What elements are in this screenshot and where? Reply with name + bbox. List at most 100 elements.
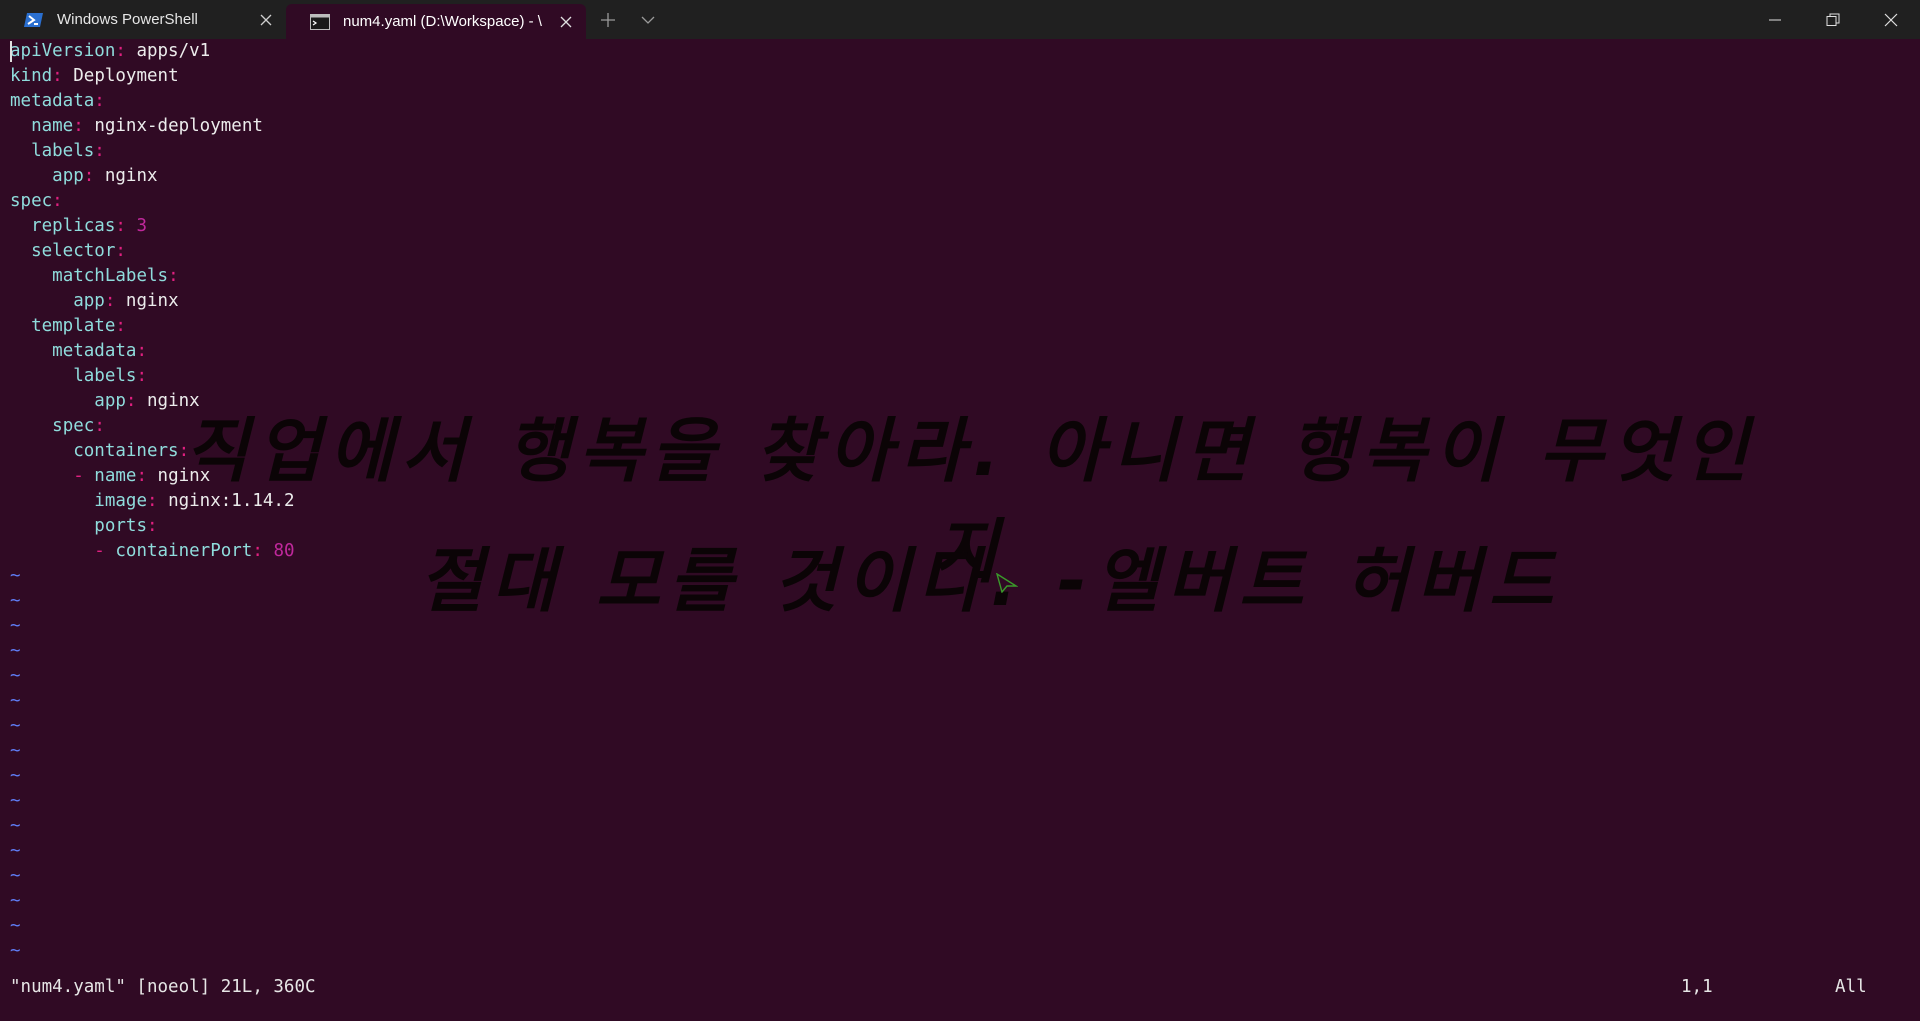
editor-line: name: nginx-deployment (10, 114, 1910, 139)
yaml-key: name (94, 466, 137, 486)
editor-line: app: nginx (10, 289, 1910, 314)
mouse-pointer-icon (996, 573, 1018, 593)
empty-line-tilde: ~ (10, 791, 21, 811)
yaml-value: Deployment (73, 66, 179, 86)
scroll-indicator: All (1835, 977, 1867, 997)
yaml-colon: : (115, 241, 126, 261)
yaml-key: labels (73, 366, 137, 386)
close-tab-icon[interactable] (256, 10, 276, 30)
yaml-colon: : (115, 216, 126, 236)
yaml-value: nginx-deployment (94, 116, 263, 136)
yaml-colon: : (83, 166, 95, 186)
new-tab-button[interactable] (586, 0, 630, 39)
text-cursor (10, 41, 12, 62)
tab-dropdown-button[interactable] (630, 0, 666, 39)
yaml-colon: : (252, 541, 263, 561)
yaml-colon: : (125, 391, 137, 411)
yaml-key: spec (52, 416, 95, 436)
editor-line: containers: (10, 439, 1910, 464)
title-bar: Windows PowerShell num4.yaml (D:\Workspa… (0, 0, 1920, 39)
yaml-value: apps/v1 (136, 41, 211, 61)
vim-editor[interactable]: apiVersion: apps/v1 kind: Deployment metad… (10, 39, 1910, 964)
editor-line: ports: (10, 514, 1910, 539)
yaml-key: template (31, 316, 116, 336)
yaml-key: apiVersion (10, 41, 116, 61)
yaml-key: matchLabels (52, 266, 169, 286)
yaml-value: nginx (104, 166, 158, 186)
yaml-key: labels (31, 141, 95, 161)
close-icon (1884, 13, 1898, 26)
editor-line: - containerPort: 80 (10, 539, 1910, 564)
yaml-key: app (94, 391, 126, 411)
yaml-value: 3 (136, 216, 148, 236)
editor-line: app: nginx (10, 164, 1910, 189)
yaml-key: app (52, 166, 84, 186)
yaml-key: kind (10, 66, 53, 86)
empty-line-tilde: ~ (10, 891, 21, 911)
empty-line-tilde: ~ (10, 866, 21, 886)
editor-line: selector: (10, 239, 1910, 264)
restore-icon (1826, 13, 1840, 26)
yaml-colon: : (168, 266, 179, 286)
yaml-value: nginx:1.14.2 (168, 491, 295, 511)
yaml-colon: : (115, 316, 126, 336)
yaml-value: 80 (273, 541, 295, 561)
close-window-button[interactable] (1862, 0, 1920, 39)
editor-line: matchLabels: (10, 264, 1910, 289)
yaml-key: metadata (52, 341, 137, 361)
empty-line-tilde: ~ (10, 766, 21, 786)
yaml-key: ports (94, 516, 147, 536)
minimize-button[interactable] (1746, 0, 1804, 39)
yaml-value: nginx (125, 291, 179, 311)
editor-line: metadata: (10, 339, 1910, 364)
empty-line-tilde: ~ (10, 916, 21, 936)
yaml-key: image (94, 491, 147, 511)
yaml-colon: : (136, 466, 147, 486)
vim-status-message: "num4.yaml" [noeol] 21L, 360C (10, 977, 316, 997)
terminal-icon (310, 13, 330, 30)
restore-button[interactable] (1804, 0, 1862, 39)
plus-icon (601, 12, 615, 27)
editor-line: spec: (10, 414, 1910, 439)
tab-label: Windows PowerShell (57, 11, 198, 28)
editor-line: template: (10, 314, 1910, 339)
yaml-key: containers (73, 441, 179, 461)
empty-line-tilde: ~ (10, 666, 21, 686)
editor-line: app: nginx (10, 389, 1910, 414)
empty-line-tilde: ~ (10, 741, 21, 761)
editor-line: spec: (10, 189, 1910, 214)
tab-label: num4.yaml (D:\Workspace) - \ (343, 13, 542, 30)
yaml-colon: : (136, 341, 147, 361)
tab-windows-powershell[interactable]: Windows PowerShell (0, 0, 286, 39)
empty-line-tilde: ~ (10, 716, 21, 736)
yaml-key: metadata (10, 91, 95, 111)
yaml-colon: : (136, 366, 147, 386)
empty-line-tilde: ~ (10, 941, 21, 961)
empty-line-tilde: ~ (10, 616, 21, 636)
editor-line: labels: (10, 364, 1910, 389)
editor-line: metadata: (10, 89, 1910, 114)
empty-line-tilde: ~ (10, 591, 21, 611)
yaml-colon: : (52, 191, 63, 211)
yaml-colon: : (178, 441, 190, 461)
yaml-dash: - (73, 466, 95, 486)
yaml-key: selector (31, 241, 116, 261)
editor-line: labels: (10, 139, 1910, 164)
yaml-colon: : (52, 66, 63, 86)
yaml-colon: : (73, 116, 84, 136)
empty-line-tilde: ~ (10, 841, 21, 861)
empty-line-tilde: ~ (10, 641, 21, 661)
editor-line: replicas: 3 (10, 214, 1910, 239)
yaml-colon: : (146, 516, 158, 536)
chevron-down-icon (641, 16, 655, 24)
editor-line: image: nginx:1.14.2 (10, 489, 1910, 514)
empty-line-tilde: ~ (10, 691, 21, 711)
yaml-key: spec (10, 191, 53, 211)
powershell-icon (24, 12, 43, 27)
yaml-colon: : (115, 41, 126, 61)
close-tab-icon[interactable] (556, 12, 576, 32)
tab-num4-yaml[interactable]: num4.yaml (D:\Workspace) - \ (286, 4, 586, 39)
title-drag-area[interactable] (666, 0, 1746, 39)
editor-line: kind: Deployment (10, 64, 1910, 89)
empty-line-tilde: ~ (10, 816, 21, 836)
